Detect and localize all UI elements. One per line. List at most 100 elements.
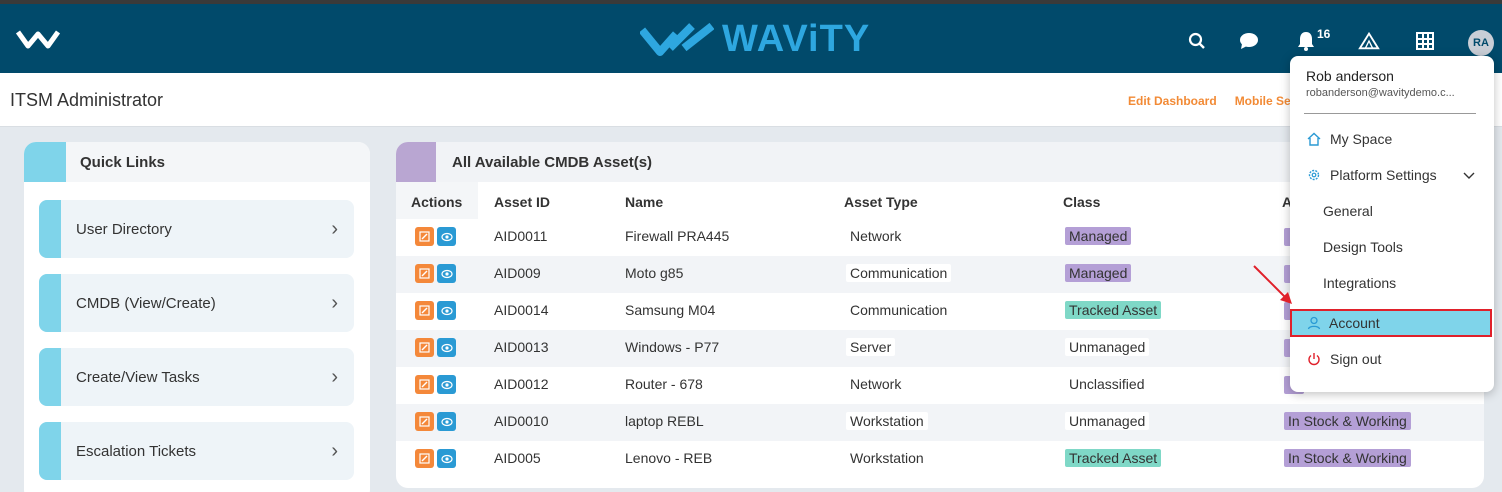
asset-class-cell: Tracked Asset <box>1065 301 1162 319</box>
chevron-down-icon <box>1463 167 1475 183</box>
user-avatar[interactable]: RA <box>1468 30 1494 56</box>
view-eye-icon[interactable] <box>437 375 456 394</box>
quick-links-header: Quick Links <box>24 142 370 182</box>
annotation-arrow-icon <box>1253 265 1292 304</box>
menu-item-design-tools[interactable]: Design Tools <box>1323 239 1403 255</box>
edit-icon[interactable] <box>415 412 434 431</box>
column-header-asset-type[interactable]: Asset Type <box>844 194 918 210</box>
quick-link-label: User Directory <box>76 220 172 238</box>
user-email: robanderson@wavitydemo.c... <box>1306 87 1455 99</box>
asset-class: Unmanaged <box>1065 412 1150 430</box>
asset-type-cell: Workstation <box>846 412 928 430</box>
column-header-asset-id[interactable]: Asset ID <box>494 194 550 210</box>
quick-link-tasks[interactable]: Create/View Tasks › <box>39 348 354 406</box>
asset-type-cell: Server <box>846 338 896 356</box>
brand-mark-icon <box>640 22 714 56</box>
gear-icon <box>1307 168 1321 182</box>
asset-id: AID0010 <box>494 413 549 429</box>
chevron-right-icon: › <box>331 291 338 314</box>
user-name: Rob anderson <box>1306 68 1394 84</box>
asset-class: Tracked Asset <box>1065 449 1162 467</box>
menu-item-general[interactable]: General <box>1323 203 1373 219</box>
asset-class-cell: Tracked Asset <box>1065 449 1162 467</box>
asset-id: AID0011 <box>494 228 548 244</box>
asset-class-cell: Managed <box>1065 264 1132 282</box>
notification-bell-icon[interactable] <box>1295 30 1317 52</box>
page-header: ITSM Administrator Edit Dashboard Mobile… <box>0 73 1502 127</box>
asset-availability: In Stock & Working <box>1284 412 1411 430</box>
asset-availability-cell: In Stock & Working <box>1284 449 1411 467</box>
asset-availability-cell: In Stock & Working <box>1284 412 1411 430</box>
asset-name: Firewall PRA445 <box>625 228 730 244</box>
table-row: AID0010 laptop REBL Workstation Unmanaged In… <box>396 404 1484 441</box>
edit-dashboard-link[interactable]: Edit Dashboard <box>1128 94 1217 108</box>
asset-class-cell: Unmanaged <box>1065 338 1150 356</box>
asset-id: AID009 <box>494 265 541 281</box>
asset-name-cell: Moto g85 <box>625 265 683 281</box>
mountain-icon[interactable] <box>1358 30 1380 52</box>
table-row: AID005 Lenovo - REB Workstation Tracked Ass… <box>396 441 1484 478</box>
wavity-mark-icon[interactable] <box>15 28 61 55</box>
column-header-class[interactable]: Class <box>1063 194 1100 210</box>
chevron-right-icon: › <box>331 439 338 462</box>
grid-apps-icon[interactable] <box>1414 30 1436 52</box>
quick-link-cmdb[interactable]: CMDB (View/Create) › <box>39 274 354 332</box>
asset-name-cell: Windows - P77 <box>625 339 719 355</box>
asset-id-cell: AID0014 <box>494 302 548 318</box>
quick-link-user-directory[interactable]: User Directory › <box>39 200 354 258</box>
power-icon <box>1307 352 1321 366</box>
view-eye-icon[interactable] <box>437 227 456 246</box>
menu-item-my-space[interactable]: My Space <box>1290 125 1494 153</box>
user-menu-dropdown: Rob anderson robanderson@wavitydemo.c...… <box>1290 56 1494 392</box>
asset-class-cell: Unmanaged <box>1065 412 1150 430</box>
menu-item-sign-out[interactable]: Sign out <box>1290 345 1494 373</box>
user-icon <box>1307 316 1321 330</box>
page-title: ITSM Administrator <box>10 90 164 110</box>
asset-type-cell: Communication <box>846 264 952 282</box>
asset-class: Managed <box>1065 227 1132 245</box>
asset-name: Lenovo - REB <box>625 450 713 466</box>
menu-item-integrations[interactable]: Integrations <box>1323 275 1396 291</box>
asset-type-cell: Network <box>846 375 906 393</box>
view-eye-icon[interactable] <box>437 264 456 283</box>
asset-type-cell: Communication <box>846 301 952 319</box>
asset-class: Unclassified <box>1065 375 1149 393</box>
quick-links-title: Quick Links <box>80 154 166 171</box>
asset-id-cell: AID0010 <box>494 413 548 429</box>
chat-icon[interactable] <box>1238 30 1260 52</box>
search-icon[interactable] <box>1186 30 1208 52</box>
asset-type: Network <box>846 227 906 245</box>
asset-class-cell: Managed <box>1065 227 1132 245</box>
asset-id-cell: AID0012 <box>494 376 548 392</box>
asset-name-cell: Firewall PRA445 <box>625 228 729 244</box>
asset-type: Network <box>846 375 906 393</box>
edit-icon[interactable] <box>415 338 434 357</box>
menu-item-platform-settings[interactable]: Platform Settings <box>1290 161 1494 189</box>
mobile-settings-link[interactable]: Mobile Se <box>1235 94 1291 108</box>
asset-id: AID0014 <box>494 302 549 318</box>
asset-type: Workstation <box>846 449 928 467</box>
asset-type: Communication <box>846 264 952 282</box>
edit-icon[interactable] <box>415 375 434 394</box>
asset-id: AID0013 <box>494 339 549 355</box>
edit-icon[interactable] <box>415 227 434 246</box>
asset-id: AID0012 <box>494 376 549 392</box>
edit-icon[interactable] <box>415 301 434 320</box>
view-eye-icon[interactable] <box>437 301 456 320</box>
edit-icon[interactable] <box>415 449 434 468</box>
asset-name: Router - 678 <box>625 376 703 392</box>
view-eye-icon[interactable] <box>437 412 456 431</box>
column-header-name[interactable]: Name <box>625 194 663 210</box>
asset-id-cell: AID009 <box>494 265 541 281</box>
home-icon <box>1307 132 1321 146</box>
brand-name: WAViTY <box>722 18 871 60</box>
view-eye-icon[interactable] <box>437 338 456 357</box>
edit-icon[interactable] <box>415 264 434 283</box>
view-eye-icon[interactable] <box>437 449 456 468</box>
quick-link-escalation[interactable]: Escalation Tickets › <box>39 422 354 480</box>
quick-link-label: Escalation Tickets <box>76 442 197 460</box>
asset-name: laptop REBL <box>625 413 704 429</box>
column-header-actions[interactable]: Actions <box>411 194 462 210</box>
menu-item-account[interactable]: Account <box>1290 309 1492 337</box>
asset-name: Samsung M04 <box>625 302 716 318</box>
